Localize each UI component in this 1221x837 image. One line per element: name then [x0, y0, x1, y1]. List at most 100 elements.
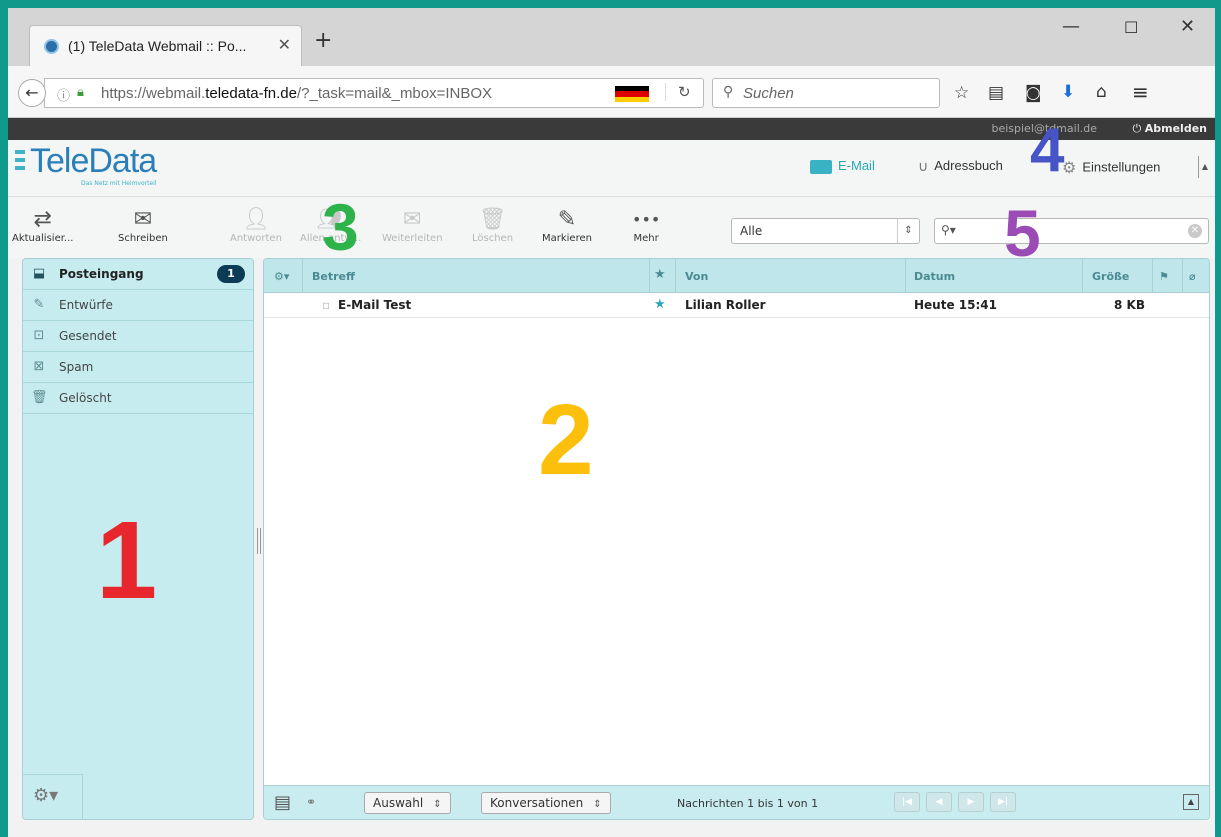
- search-icon: ⚲: [723, 84, 734, 100]
- browser-search-field[interactable]: ⚲ Suchen: [712, 78, 940, 108]
- folder-label: Posteingang: [59, 267, 144, 281]
- filter-value: Alle: [740, 224, 763, 238]
- collapse-header-icon[interactable]: ▲: [1198, 156, 1208, 178]
- row-size: 8 KB: [1114, 298, 1145, 312]
- table-row[interactable]: ▫ E-Mail Test ★ Lilian Roller Heute 15:4…: [264, 293, 1209, 318]
- folder-drafts[interactable]: ✎ Entwürfe: [23, 290, 253, 321]
- row-subject: E-Mail Test: [338, 298, 412, 312]
- column-date[interactable]: Datum: [914, 270, 955, 283]
- lock-icon[interactable]: 🔒︎: [77, 85, 84, 100]
- nav-addressbook[interactable]: ∪ Adressbuch: [918, 158, 1003, 175]
- sent-icon: ⊡: [33, 328, 45, 343]
- new-tab-button[interactable]: +: [314, 28, 332, 53]
- column-flag-star-icon[interactable]: ★: [654, 267, 666, 282]
- folder-settings-button[interactable]: ⚙▾: [23, 774, 83, 819]
- message-list: ⚙▾ Betreff ★ Von Datum Größe ⚑ ⌀ ▫ E-Mai…: [263, 258, 1210, 820]
- column-subject[interactable]: Betreff: [312, 270, 355, 283]
- trash-icon: 🗑︎: [31, 390, 48, 405]
- column-size[interactable]: Größe: [1092, 270, 1129, 283]
- preview-toggle-icon[interactable]: ▲: [1183, 794, 1199, 810]
- reading-list-icon[interactable]: ▤: [988, 83, 1004, 103]
- threads-dropdown[interactable]: Konversationen ⇕: [481, 792, 611, 814]
- maximize-button[interactable]: ☐: [1124, 18, 1138, 37]
- refresh-button[interactable]: ⇄ Aktualisier...: [12, 207, 73, 244]
- home-icon[interactable]: ⌂: [1096, 82, 1107, 102]
- search-placeholder: Suchen: [743, 85, 794, 102]
- message-list-footer: ▤ ⚭ Auswahl ⇕ Konversationen ⇕ Nachrichten…: [264, 785, 1209, 819]
- mail-search-input[interactable]: ⚲▾ ✕: [934, 218, 1209, 244]
- german-flag-icon: [615, 86, 649, 102]
- title-bar: (1) TeleData Webmail :: Po... ✕ + — ☐ ✕: [8, 8, 1215, 66]
- url-text[interactable]: https://webmail.teledata-fn.de/?_task=ma…: [101, 85, 492, 102]
- logo-bars-icon: [15, 150, 27, 174]
- annotation-2: 2: [538, 384, 594, 496]
- bookmark-star-icon[interactable]: ☆: [954, 83, 969, 103]
- minimize-button[interactable]: —: [1062, 16, 1080, 37]
- forward-button[interactable]: ✉ Weiterleiten: [382, 207, 443, 244]
- pane-splitter[interactable]: [257, 528, 261, 554]
- next-page-button[interactable]: ▶: [958, 792, 984, 812]
- delete-button[interactable]: 🗑︎ Löschen: [472, 207, 513, 244]
- filter-select[interactable]: Alle ⇕: [731, 218, 920, 244]
- list-options-icon[interactable]: ⚙▾: [274, 270, 289, 283]
- column-attachment-icon[interactable]: ⌀: [1189, 270, 1196, 283]
- previous-page-button[interactable]: ◀: [926, 792, 952, 812]
- tab-title: (1) TeleData Webmail :: Po...: [68, 38, 247, 54]
- more-button[interactable]: ••• Mehr: [632, 207, 660, 244]
- reload-icon[interactable]: ↻: [665, 83, 691, 101]
- more-dots-icon: •••: [632, 210, 661, 229]
- nav-settings[interactable]: ⚙ Einstellungen: [1062, 158, 1160, 178]
- refresh-arrows-icon: ⇄: [33, 207, 52, 232]
- folder-trash[interactable]: 🗑︎ Gelöscht: [23, 383, 253, 414]
- info-icon[interactable]: ⓘ: [57, 85, 70, 104]
- download-icon[interactable]: ⬇: [1061, 82, 1075, 102]
- search-options-icon[interactable]: ⚲▾: [941, 223, 956, 237]
- back-button[interactable]: ←: [18, 79, 46, 107]
- pen-mark-icon: ✎: [557, 207, 577, 232]
- addressbook-icon: ∪: [918, 158, 929, 175]
- column-status-flag-icon[interactable]: ⚑: [1159, 270, 1169, 283]
- select-arrows-icon: ⇕: [897, 219, 919, 243]
- logo-name: TeleData: [30, 142, 157, 180]
- pencil-icon: ✎: [33, 297, 45, 312]
- clear-search-icon[interactable]: ✕: [1188, 224, 1202, 238]
- close-tab-icon[interactable]: ✕: [278, 35, 291, 54]
- annotation-1: 1: [96, 499, 158, 622]
- thread-dot-icon: ▫: [322, 298, 331, 312]
- reply-button[interactable]: 👤︎ Antworten: [230, 207, 282, 244]
- browser-tab[interactable]: (1) TeleData Webmail :: Po... ✕: [29, 25, 302, 66]
- row-date: Heute 15:41: [914, 298, 997, 312]
- folder-label: Gelöscht: [59, 391, 112, 405]
- folder-label: Spam: [59, 360, 94, 374]
- unread-badge: 1: [217, 265, 245, 283]
- folder-label: Entwürfe: [59, 298, 113, 312]
- annotation-3: 3: [322, 190, 359, 264]
- folder-label: Gesendet: [59, 329, 117, 343]
- nav-email[interactable]: E-Mail: [810, 158, 875, 174]
- envelope-icon: [810, 159, 832, 174]
- teledata-favicon-icon: [44, 39, 59, 54]
- list-view-icon[interactable]: ▤: [274, 792, 291, 813]
- browser-window: (1) TeleData Webmail :: Po... ✕ + — ☐ ✕ …: [8, 8, 1215, 837]
- pocket-icon[interactable]: ◙: [1025, 83, 1042, 103]
- folder-inbox[interactable]: ⬓ Posteingang 1: [23, 259, 253, 290]
- flagged-star-icon[interactable]: ★: [654, 297, 666, 312]
- mark-button[interactable]: ✎ Markieren: [542, 207, 592, 244]
- threads-toggle-icon[interactable]: ⚭: [306, 795, 316, 809]
- select-dropdown[interactable]: Auswahl ⇕: [364, 792, 451, 814]
- close-window-button[interactable]: ✕: [1180, 16, 1195, 37]
- trash-icon: 🗑︎: [478, 207, 507, 232]
- folder-spam[interactable]: ⊠ Spam: [23, 352, 253, 383]
- logout-link[interactable]: ⏻ Abmelden: [1133, 122, 1207, 136]
- folder-sent[interactable]: ⊡ Gesendet: [23, 321, 253, 352]
- first-page-button[interactable]: |◀: [894, 792, 920, 812]
- compose-button[interactable]: ✉ Schreiben: [118, 207, 168, 244]
- column-from[interactable]: Von: [685, 270, 708, 283]
- reply-person-icon: 👤︎: [241, 207, 270, 232]
- compose-envelope-icon: ✉: [133, 207, 153, 232]
- menu-icon[interactable]: ≡: [1132, 80, 1149, 104]
- last-page-button[interactable]: ▶|: [990, 792, 1016, 812]
- navigation-bar: ⓘ 🔒︎ https://webmail.teledata-fn.de/?_ta…: [8, 66, 1215, 118]
- url-bar[interactable]: ⓘ 🔒︎ https://webmail.teledata-fn.de/?_ta…: [44, 78, 704, 108]
- annotation-5: 5: [1004, 196, 1041, 270]
